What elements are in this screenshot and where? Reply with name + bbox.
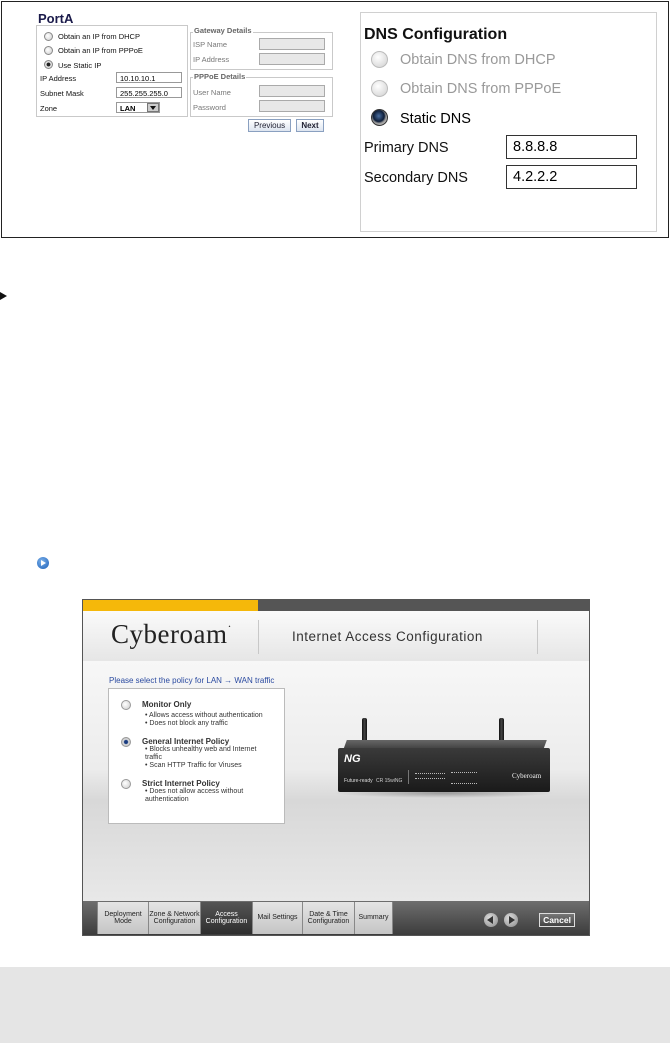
device-model: CR 15wiNG [376, 778, 403, 784]
radio-dns-pppoe[interactable] [371, 80, 388, 97]
option-label: Obtain DNS from PPPoE [400, 81, 562, 97]
isp-name-label: ISP Name [193, 40, 228, 49]
policy-name: General Internet Policy [142, 737, 230, 746]
step-access-configuration[interactable]: Access Configuration [201, 902, 253, 934]
policy-name: Monitor Only [142, 700, 192, 709]
next-button[interactable]: Next [296, 119, 324, 132]
pppoe-user-label: User Name [193, 88, 231, 97]
zone-label: Zone [40, 104, 58, 113]
policy-bullet: • Scan HTTP Traffic for Viruses [145, 762, 242, 769]
subnet-mask-input[interactable]: 255.255.255.0 [116, 87, 182, 98]
cyberoam-logo: Cyberoam· [111, 619, 232, 649]
triangle-bullet-icon [0, 292, 7, 300]
porta-title: PortA [38, 11, 74, 26]
pppoe-password-label: Password [193, 103, 226, 112]
top-bar [258, 600, 589, 611]
gateway-ip-label: IP Address [193, 55, 230, 64]
ip-address-input[interactable]: 10.10.10.1 [116, 72, 182, 83]
device-ports [451, 772, 477, 784]
policy-panel: Monitor Only • Allows access without aut… [108, 688, 285, 824]
policy-prompt: Please select the policy for LAN → WAN t… [109, 676, 275, 685]
forward-arrow-icon[interactable] [504, 913, 518, 927]
pppoe-password-input[interactable] [259, 100, 325, 112]
gateway-ip-input[interactable] [259, 53, 325, 65]
step-date-time[interactable]: Date & Time Configuration [303, 902, 355, 934]
page-title: Internet Access Configuration [292, 629, 483, 644]
option-label: Obtain an IP from DHCP [58, 32, 140, 41]
ip-address-label: IP Address [40, 74, 77, 83]
policy-bullet: • Allows access without authentication [145, 712, 263, 719]
policy-name: Strict Internet Policy [142, 779, 220, 788]
pppoe-details-title: PPPoE Details [193, 72, 247, 81]
radio-strict-internet-policy[interactable] [121, 779, 131, 789]
accent-bar [83, 600, 258, 611]
header-divider [537, 620, 538, 654]
radio-general-internet-policy[interactable] [121, 737, 131, 747]
option-label: Obtain DNS from DHCP [400, 52, 556, 68]
policy-bullet: • Does not block any traffic [145, 720, 228, 727]
step-summary[interactable]: Summary [355, 902, 393, 934]
ng-badge: NG [344, 753, 361, 765]
gateway-details-title: Gateway Details [193, 26, 253, 35]
step-deployment-mode[interactable]: Deployment Mode [97, 902, 149, 934]
radio-obtain-ip-pppoe[interactable] [44, 46, 53, 55]
header-divider [258, 620, 259, 654]
primary-dns-label: Primary DNS [364, 140, 449, 156]
cyberoam-wizard: Cyberoam· Internet Access Configuration … [82, 599, 590, 936]
arrow-circle-icon [37, 557, 49, 569]
cancel-button[interactable]: Cancel [539, 913, 575, 927]
isp-name-input[interactable] [259, 38, 325, 50]
policy-bullet: • Does not allow access without authenti… [145, 788, 244, 803]
step-zone-network[interactable]: Zone & Network Configuration [149, 902, 201, 934]
radio-obtain-ip-dhcp[interactable] [44, 32, 53, 41]
device-brand: Cyberoam [512, 772, 542, 780]
radio-static-dns[interactable] [371, 109, 388, 126]
previous-button[interactable]: Previous [248, 119, 291, 132]
option-label: Obtain an IP from PPPoE [58, 46, 143, 55]
appliance-image: NG Future-ready CR 15wiNG Cyberoam [338, 748, 550, 792]
subnet-mask-label: Subnet Mask [40, 89, 84, 98]
policy-bullet: • Blocks unhealthy web and Internet traf… [145, 746, 257, 761]
radio-monitor-only[interactable] [121, 700, 131, 710]
device-tagline: Future-ready [344, 778, 373, 784]
note-box [0, 967, 670, 1043]
primary-dns-input[interactable]: 8.8.8.8 [506, 135, 637, 159]
option-label: Static DNS [400, 111, 471, 127]
secondary-dns-input[interactable]: 4.2.2.2 [506, 165, 637, 189]
back-arrow-icon[interactable] [484, 913, 498, 927]
option-label: Use Static IP [58, 61, 102, 70]
dns-title: DNS Configuration [364, 26, 508, 43]
step-mail-settings[interactable]: Mail Settings [253, 902, 303, 934]
pppoe-user-input[interactable] [259, 85, 325, 97]
radio-use-static-ip[interactable] [44, 60, 53, 69]
chevron-down-icon[interactable] [147, 103, 159, 112]
device-leds [408, 770, 449, 784]
radio-dns-dhcp[interactable] [371, 51, 388, 68]
secondary-dns-label: Secondary DNS [364, 170, 468, 186]
